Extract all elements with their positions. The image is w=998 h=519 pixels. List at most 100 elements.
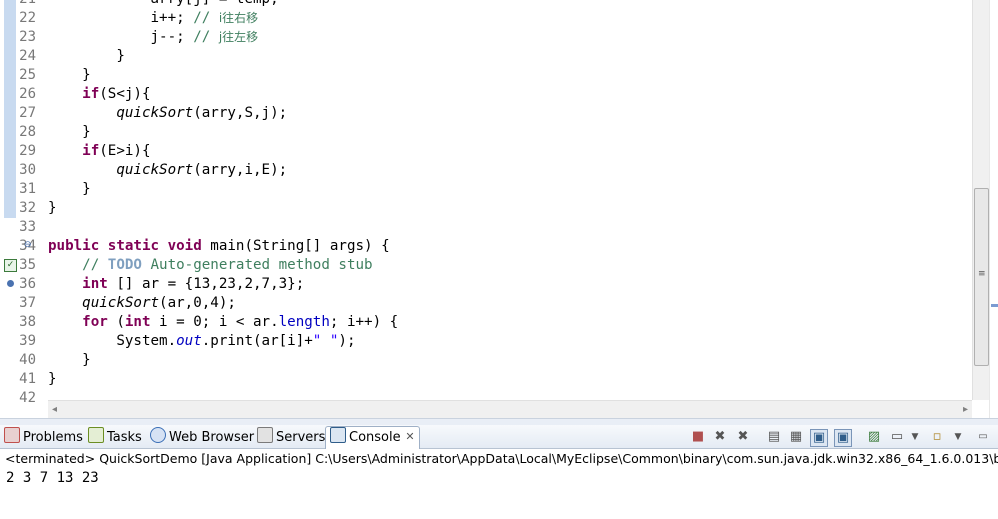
open-console-icon[interactable]: ▫ bbox=[929, 429, 945, 445]
tab-web-browser[interactable]: Web Browser bbox=[150, 427, 254, 447]
code-token: // bbox=[193, 29, 219, 45]
code-line[interactable]: } bbox=[48, 123, 91, 142]
code-line[interactable]: } bbox=[48, 66, 91, 85]
code-line[interactable]: i++; // i往右移 bbox=[48, 9, 258, 28]
chevron-down-icon[interactable]: ▼ bbox=[907, 429, 923, 445]
code-line[interactable]: for (int i = 0; i < ar.length; i++) { bbox=[48, 313, 398, 332]
tab-console[interactable]: Console ✕ bbox=[325, 426, 420, 449]
code-line[interactable]: public static void main(String[] args) { bbox=[48, 237, 390, 256]
display-selected-console-icon[interactable]: ▭ bbox=[889, 429, 905, 445]
code-line[interactable]: } bbox=[48, 351, 91, 370]
code-token: } bbox=[48, 200, 57, 216]
pin-console-icon[interactable]: ▨ bbox=[866, 429, 882, 445]
view-menu-icon[interactable]: ▼ bbox=[950, 429, 966, 445]
code-token: int bbox=[124, 314, 151, 330]
code-token: i = 0; i < ar. bbox=[150, 314, 279, 330]
code-token: j往左移 bbox=[218, 30, 259, 44]
clear-console-icon[interactable]: ▤ bbox=[766, 429, 782, 445]
editor-horizontal-scrollbar[interactable]: ◂ ▸ bbox=[48, 400, 972, 418]
line-number: 33 bbox=[19, 219, 36, 235]
minimize-icon[interactable]: ▭ bbox=[975, 429, 991, 445]
code-token: quickSort bbox=[82, 295, 160, 311]
code-token: } bbox=[48, 371, 57, 387]
line-number: 25 bbox=[19, 67, 36, 83]
remove-launch-icon[interactable]: ✖ bbox=[712, 429, 728, 445]
editor-scroll-thumb[interactable]: ≡ bbox=[974, 188, 989, 366]
line-number: 22 bbox=[19, 10, 36, 26]
code-token: ( bbox=[107, 314, 125, 330]
line-number: 32 bbox=[19, 200, 36, 216]
code-line[interactable]: } bbox=[48, 370, 57, 389]
scroll-right-icon[interactable]: ▸ bbox=[963, 401, 968, 418]
code-line[interactable]: if(E>i){ bbox=[48, 142, 151, 161]
code-token: ); bbox=[338, 333, 356, 349]
tab-tasks[interactable]: Tasks bbox=[88, 427, 142, 447]
task-marker-icon[interactable]: ✓ bbox=[4, 259, 17, 272]
code-token: int bbox=[82, 276, 108, 292]
code-token: } bbox=[48, 124, 91, 140]
line-number: 27 bbox=[19, 105, 36, 121]
line-number: 37 bbox=[19, 295, 36, 311]
line-number: 42 bbox=[19, 390, 36, 406]
code-token: main(String[] args) { bbox=[201, 238, 390, 254]
code-line[interactable]: } bbox=[48, 199, 57, 218]
tab-servers[interactable]: Servers bbox=[257, 427, 325, 447]
remove-all-terminated-icon[interactable]: ✖ bbox=[735, 429, 751, 445]
close-tab-icon[interactable]: ✕ bbox=[405, 427, 414, 447]
line-number: 26 bbox=[19, 86, 36, 102]
code-line[interactable]: } bbox=[48, 47, 125, 66]
show-on-output-icon[interactable]: ▣ bbox=[810, 429, 828, 447]
code-token: quickSort bbox=[116, 105, 194, 121]
code-line[interactable]: quickSort(ar,0,4); bbox=[48, 294, 236, 313]
tasks-icon bbox=[88, 427, 104, 443]
code-line[interactable]: j--; // j往左移 bbox=[48, 28, 258, 47]
show-on-error-icon[interactable]: ▣ bbox=[834, 429, 852, 447]
code-token: [] ar = {13,23,2,7,3}; bbox=[107, 276, 305, 292]
code-token: (arry,i,E); bbox=[193, 162, 288, 178]
problems-icon bbox=[4, 427, 20, 443]
code-token: TODO bbox=[107, 257, 142, 273]
code-token: (ar,0,4); bbox=[159, 295, 236, 311]
servers-icon bbox=[257, 427, 273, 443]
code-token: (E>i){ bbox=[99, 143, 151, 159]
code-token: for bbox=[82, 314, 108, 330]
code-token: if bbox=[82, 86, 100, 102]
line-number: 24 bbox=[19, 48, 36, 64]
terminate-icon[interactable]: ■ bbox=[690, 429, 706, 445]
overview-ruler[interactable] bbox=[989, 0, 998, 420]
code-line[interactable]: // TODO Auto-generated method stub bbox=[48, 256, 373, 275]
code-line[interactable]: System.out.print(ar[i]+" "); bbox=[48, 332, 356, 351]
scroll-lock-icon[interactable]: ▦ bbox=[788, 429, 804, 445]
code-line[interactable]: arry[j] = temp; bbox=[48, 0, 278, 9]
breakpoint-icon[interactable] bbox=[7, 280, 14, 287]
code-line[interactable]: quickSort(arry,i,E); bbox=[48, 161, 287, 180]
line-number: 39 bbox=[19, 333, 36, 349]
line-number: 35 bbox=[19, 257, 36, 273]
line-number: 21 bbox=[14, 0, 36, 9]
fold-collapse-icon[interactable]: ⊖ bbox=[24, 240, 32, 250]
line-number: 38 bbox=[19, 314, 36, 330]
overview-marker[interactable] bbox=[991, 304, 998, 307]
code-token: out bbox=[176, 333, 202, 349]
line-number: 28 bbox=[19, 124, 36, 140]
console-output[interactable]: 2 3 7 13 23 bbox=[6, 470, 99, 486]
code-line[interactable]: } bbox=[48, 180, 91, 199]
code-token: System. bbox=[48, 333, 177, 349]
code-token: if bbox=[82, 143, 100, 159]
code-editor[interactable]: 21 arry[j] = temp; 22 i++; // i往右移 23 j--;… bbox=[0, 0, 998, 420]
code-line[interactable]: quickSort(arry,S,j); bbox=[48, 104, 287, 123]
code-line[interactable]: int [] ar = {13,23,2,7,3}; bbox=[48, 275, 304, 294]
code-token: Auto-generated method stub bbox=[141, 257, 373, 273]
code-token: } bbox=[48, 48, 125, 64]
code-line[interactable]: if(S<j){ bbox=[48, 85, 150, 104]
line-number: 29 bbox=[19, 143, 36, 159]
tab-problems[interactable]: Problems bbox=[4, 427, 83, 447]
scroll-left-icon[interactable]: ◂ bbox=[52, 401, 57, 418]
code-token: } bbox=[48, 352, 91, 368]
code-token: j--; bbox=[48, 29, 194, 45]
